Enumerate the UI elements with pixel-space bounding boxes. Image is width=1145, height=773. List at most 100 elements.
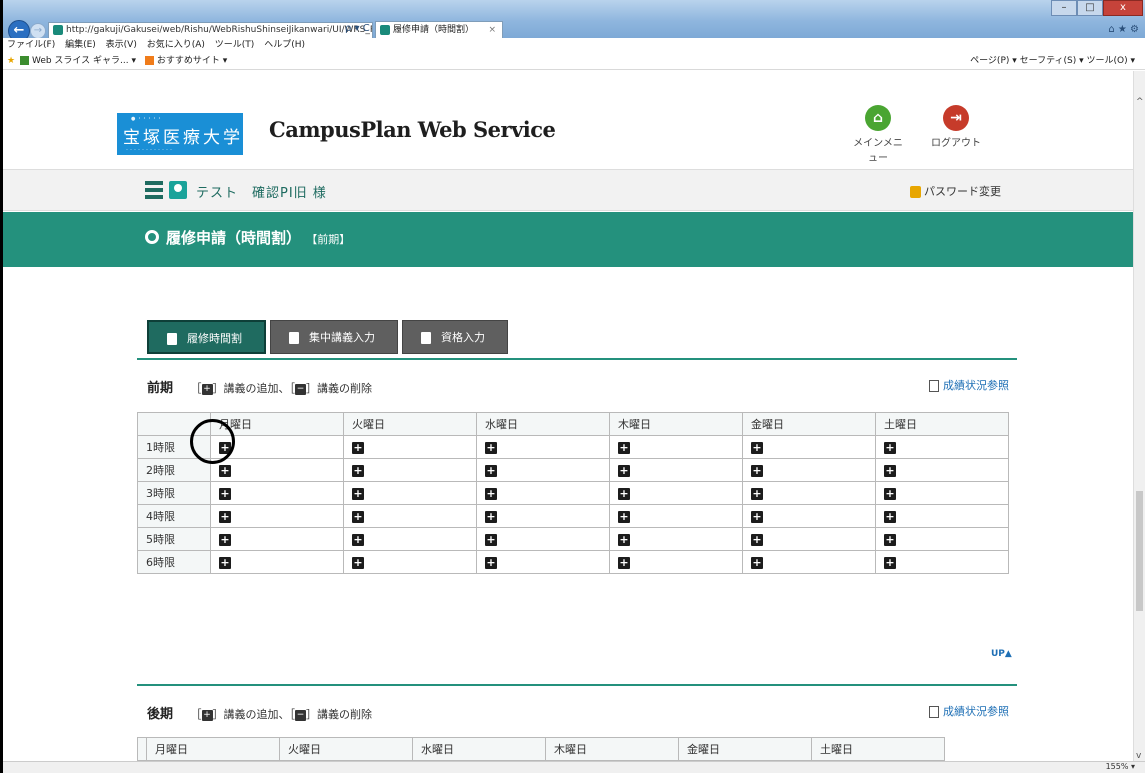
address-tools[interactable]: ρ ▾ C: [345, 23, 370, 34]
add-course-button[interactable]: +: [352, 464, 364, 477]
add-course-button[interactable]: +: [618, 487, 630, 500]
add-course-button[interactable]: +: [618, 533, 630, 546]
timetable-cell: +: [609, 435, 743, 459]
period-label: 4時限: [137, 504, 211, 528]
add-course-button[interactable]: +: [219, 533, 231, 546]
section-divider: [137, 358, 1017, 360]
add-course-button[interactable]: +: [485, 464, 497, 477]
period-label: 6時限: [137, 550, 211, 574]
browser-window: ← → http://gakuji/Gakusei/web/Rishu/WebR…: [3, 0, 1145, 773]
add-course-button[interactable]: +: [219, 441, 231, 454]
day-header: 月曜日: [210, 412, 344, 436]
add-course-button[interactable]: +: [751, 487, 763, 500]
menu-file[interactable]: ファイル(F): [7, 40, 55, 50]
main-menu-button[interactable]: ⌂ メインメニュー: [853, 105, 903, 164]
favorites-star-icon[interactable]: ★: [7, 56, 15, 66]
table-row: 4時限 + + + + + +: [137, 504, 1009, 528]
tab-intensive-course[interactable]: 集中講義入力: [270, 320, 398, 354]
browser-titlebar: ← → http://gakuji/Gakusei/web/Rishu/WebR…: [3, 0, 1145, 42]
add-course-button[interactable]: +: [485, 556, 497, 569]
circle-icon: [145, 230, 159, 244]
add-course-button[interactable]: +: [884, 487, 896, 500]
menu-tools[interactable]: ツール(T): [215, 40, 255, 50]
page-title: 履修申請（時間割） 【前期】: [166, 229, 351, 247]
period-label: 1時限: [137, 435, 211, 459]
add-course-button[interactable]: +: [485, 487, 497, 500]
command-bar[interactable]: ページ(P) ▾ セーフティ(S) ▾ ツール(O) ▾: [970, 52, 1135, 70]
address-bar[interactable]: http://gakuji/Gakusei/web/Rishu/WebRishu…: [48, 22, 373, 39]
add-course-button[interactable]: +: [352, 441, 364, 454]
scroll-down-icon[interactable]: v: [1136, 751, 1141, 761]
page-top-link[interactable]: UP▲: [991, 649, 1012, 659]
menu-view[interactable]: 表示(V): [106, 40, 137, 50]
timetable-cell: +: [742, 504, 876, 528]
add-course-button[interactable]: +: [352, 533, 364, 546]
page-content: ● ・・・・・ 宝塚医療大学 ・・・・・・・・・・・・ CampusPlan W…: [3, 71, 1133, 761]
timetable-cell: +: [210, 458, 344, 482]
timetable-cell: +: [476, 527, 610, 551]
home-favorites-settings-icons[interactable]: ⌂ ★ ⚙: [1108, 24, 1139, 35]
favorites-item-suggested[interactable]: おすすめサイト ▾: [144, 56, 227, 66]
timetable-cell: +: [343, 458, 477, 482]
menu-favorites[interactable]: お気に入り(A): [147, 40, 205, 50]
window-controls: – □ x: [1051, 0, 1143, 18]
vertical-scrollbar[interactable]: ^ v: [1133, 71, 1145, 761]
add-course-button[interactable]: +: [751, 441, 763, 454]
add-course-button[interactable]: +: [219, 487, 231, 500]
add-course-button[interactable]: +: [751, 556, 763, 569]
tab-favicon: [380, 24, 390, 35]
add-course-button[interactable]: +: [618, 556, 630, 569]
favorites-item-webslice[interactable]: Web スライス ギャラ... ▾: [19, 56, 136, 66]
timetable-cell: +: [343, 481, 477, 505]
add-course-button[interactable]: +: [751, 533, 763, 546]
add-course-button[interactable]: +: [485, 441, 497, 454]
minimize-button[interactable]: –: [1051, 0, 1077, 16]
menu-edit[interactable]: 編集(E): [65, 40, 96, 50]
grade-status-link[interactable]: 成績状況参照: [929, 703, 1009, 719]
add-course-button[interactable]: +: [618, 510, 630, 523]
scroll-thumb[interactable]: [1136, 491, 1143, 611]
add-course-button[interactable]: +: [618, 464, 630, 477]
scroll-up-icon[interactable]: ^: [1136, 97, 1144, 107]
add-course-button[interactable]: +: [219, 510, 231, 523]
timetable-cell: +: [609, 458, 743, 482]
add-course-button[interactable]: +: [884, 533, 896, 546]
menu-list-icon[interactable]: [145, 181, 163, 199]
add-course-button[interactable]: +: [751, 464, 763, 477]
maximize-button[interactable]: □: [1077, 0, 1103, 16]
menu-help[interactable]: ヘルプ(H): [264, 40, 305, 50]
university-logo[interactable]: ● ・・・・・ 宝塚医療大学 ・・・・・・・・・・・・: [117, 113, 243, 155]
forward-button[interactable]: →: [30, 23, 46, 39]
timetable-cell: +: [343, 435, 477, 459]
add-course-button[interactable]: +: [352, 487, 364, 500]
tab-timetable[interactable]: 履修時間割: [147, 320, 266, 354]
day-header: 水曜日: [412, 737, 546, 761]
add-course-button[interactable]: +: [884, 441, 896, 454]
add-course-button[interactable]: +: [485, 533, 497, 546]
password-change-link[interactable]: パスワード変更: [910, 183, 1001, 199]
table-row: 5時限 + + + + + +: [137, 527, 1009, 551]
add-course-button[interactable]: +: [884, 556, 896, 569]
address-text: http://gakuji/Gakusei/web/Rishu/WebRishu…: [66, 25, 372, 35]
add-course-button[interactable]: +: [219, 556, 231, 569]
grade-status-link[interactable]: 成績状況参照: [929, 377, 1009, 393]
add-course-button[interactable]: +: [485, 510, 497, 523]
add-course-button[interactable]: +: [618, 441, 630, 454]
table-row: 1時限 + + + + + +: [137, 435, 1009, 459]
browser-tab[interactable]: 履修申請（時間割） ×: [375, 21, 503, 39]
first-term-timetable: 月曜日 火曜日 水曜日 木曜日 金曜日 土曜日 1時限 + + + + + +2時限 + + + +…: [137, 412, 1009, 574]
zoom-level[interactable]: 155% ▾: [1106, 762, 1135, 771]
first-term-header: 前期 ［ + ］講義の追加、［ − ］講義の削除 成績状況参照: [147, 377, 1009, 396]
add-course-button[interactable]: +: [219, 464, 231, 477]
add-course-button[interactable]: +: [352, 556, 364, 569]
tab-close-icon[interactable]: ×: [488, 22, 496, 38]
add-course-button[interactable]: +: [751, 510, 763, 523]
add-course-button[interactable]: +: [884, 510, 896, 523]
add-course-button[interactable]: +: [884, 464, 896, 477]
close-button[interactable]: x: [1103, 0, 1143, 16]
tab-qualification[interactable]: 資格入力: [402, 320, 508, 354]
add-course-button[interactable]: +: [352, 510, 364, 523]
user-name: テスト 確認PI旧 様: [196, 186, 327, 201]
logout-button[interactable]: ⇥ ログアウト: [931, 105, 981, 149]
timetable-cell: +: [742, 550, 876, 574]
